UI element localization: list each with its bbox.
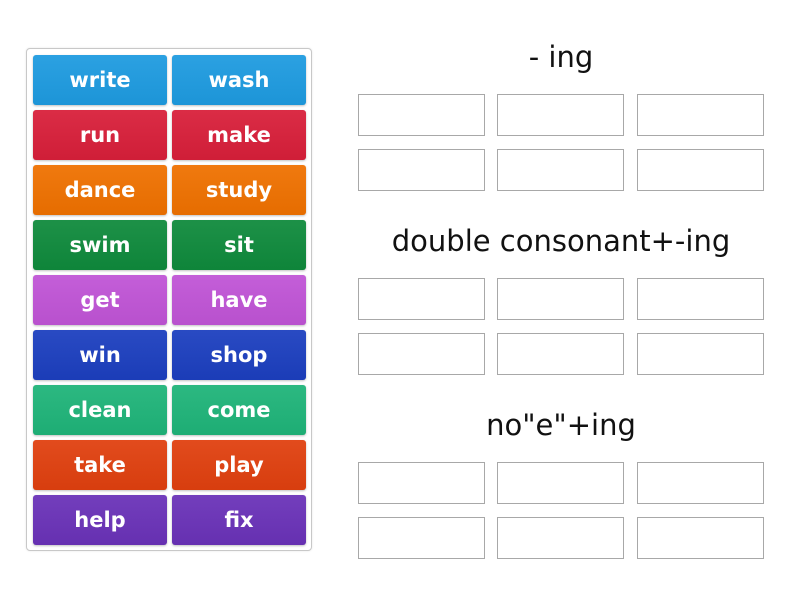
drop-slot[interactable] <box>637 462 764 504</box>
word-tile-run[interactable]: run <box>33 110 167 160</box>
word-tile-shop[interactable]: shop <box>172 330 306 380</box>
drop-slot[interactable] <box>497 333 624 375</box>
group-title: double consonant+-ing <box>391 224 731 258</box>
word-tile-study[interactable]: study <box>172 165 306 215</box>
drop-slot[interactable] <box>497 149 624 191</box>
drop-slot[interactable] <box>637 333 764 375</box>
drop-slot[interactable] <box>358 149 485 191</box>
word-tile-wash[interactable]: wash <box>172 55 306 105</box>
word-tile-get[interactable]: get <box>33 275 167 325</box>
word-tile-help[interactable]: help <box>33 495 167 545</box>
drop-slot[interactable] <box>637 149 764 191</box>
group-title: - ing <box>528 40 594 74</box>
drop-slot[interactable] <box>358 94 485 136</box>
word-tile-play[interactable]: play <box>172 440 306 490</box>
word-tile-write[interactable]: write <box>33 55 167 105</box>
word-tile-fix[interactable]: fix <box>172 495 306 545</box>
word-tile-have[interactable]: have <box>172 275 306 325</box>
word-tile-come[interactable]: come <box>172 385 306 435</box>
drop-slot[interactable] <box>358 517 485 559</box>
word-tile-make[interactable]: make <box>172 110 306 160</box>
drop-slot[interactable] <box>497 462 624 504</box>
drop-slot[interactable] <box>358 278 485 320</box>
word-tile-win[interactable]: win <box>33 330 167 380</box>
word-tile-clean[interactable]: clean <box>33 385 167 435</box>
drop-slot[interactable] <box>497 94 624 136</box>
drop-slot[interactable] <box>358 333 485 375</box>
drop-slot[interactable] <box>637 517 764 559</box>
drop-slot[interactable] <box>497 517 624 559</box>
drop-slot[interactable] <box>637 94 764 136</box>
group-title: no"e"+ing <box>486 408 636 442</box>
drop-slot[interactable] <box>637 278 764 320</box>
word-tile-swim[interactable]: swim <box>33 220 167 270</box>
word-tile-take[interactable]: take <box>33 440 167 490</box>
word-tile-dance[interactable]: dance <box>33 165 167 215</box>
drop-slot[interactable] <box>497 278 624 320</box>
drop-slot[interactable] <box>358 462 485 504</box>
word-tile-sit[interactable]: sit <box>172 220 306 270</box>
